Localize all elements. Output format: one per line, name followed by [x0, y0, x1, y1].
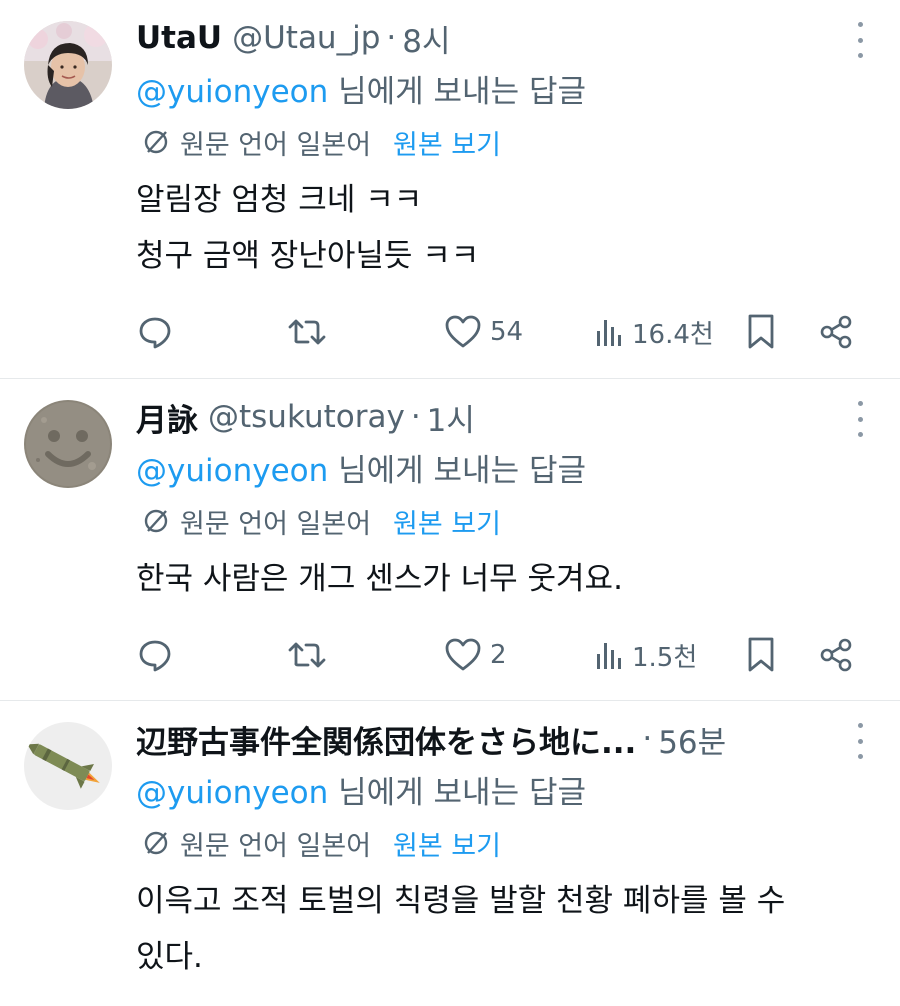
- translate-icon: [144, 831, 168, 855]
- more-icon[interactable]: [854, 723, 866, 759]
- translate-icon: [144, 509, 168, 533]
- retweet-button[interactable]: [286, 636, 328, 674]
- separator-dot: ·: [386, 20, 397, 56]
- like-count: 2: [490, 640, 507, 670]
- show-original-link[interactable]: 원본 보기: [393, 502, 501, 541]
- tweet-text: 이윽고 조적 토벌의 칙령을 발할 천황 폐하를 볼 수 있다.: [136, 873, 878, 985]
- translate-icon: [144, 130, 168, 154]
- translation-language: 원문 언어 일본어: [180, 830, 372, 862]
- tweet-text: 한국 사람은 개그 센스가 너무 웃겨요.: [136, 551, 878, 607]
- translation-language: 원문 언어 일본어: [180, 508, 372, 540]
- tweet-text-line: 한국 사람은 개그 센스가 너무 웃겨요.: [136, 561, 623, 597]
- reply-icon: [139, 317, 171, 349]
- translation-bar: 원문 언어 일본어 원본 보기: [136, 502, 878, 541]
- views-button[interactable]: 16.4천: [594, 314, 714, 351]
- display-name[interactable]: 月詠: [136, 395, 198, 440]
- separator-dot: ·: [642, 721, 653, 757]
- display-name[interactable]: UtaU: [136, 20, 222, 56]
- translation-bar: 원문 언어 일본어 원본 보기: [136, 123, 878, 162]
- retweet-button[interactable]: [286, 313, 328, 351]
- share-icon: [820, 315, 852, 349]
- more-icon[interactable]: [854, 22, 866, 58]
- reply-label: 님에게 보내는 답글: [338, 775, 586, 811]
- bookmark-icon: [748, 314, 774, 349]
- action-bar: 2 1.5천: [136, 633, 860, 677]
- reply-button[interactable]: [136, 636, 174, 674]
- tweet-text: 알림장 엄청 크네 ㅋㅋ 청구 금액 장난아닐듯 ㅋㅋ: [136, 172, 878, 284]
- bookmark-icon: [748, 637, 774, 672]
- more-icon[interactable]: [854, 401, 866, 437]
- reply-icon: [139, 640, 171, 672]
- mention-link[interactable]: @yuionyeon: [136, 453, 328, 489]
- retweet-icon: [288, 319, 326, 345]
- tweet[interactable]: 月詠 @tsukutoray · 1시 @yuionyeon 님에게 보내는 답…: [0, 379, 900, 701]
- tweet-text-line: 이윽고 조적 토벌의 칙령을 발할 천황 폐하를 볼 수: [136, 883, 786, 919]
- tweet-text-line: 있다.: [136, 939, 203, 975]
- translation-language: 원문 언어 일본어: [180, 129, 372, 161]
- like-icon: [445, 315, 481, 348]
- timestamp[interactable]: 1시: [427, 395, 475, 440]
- mention-link[interactable]: @yuionyeon: [136, 74, 328, 110]
- bookmark-button[interactable]: [746, 636, 776, 674]
- bookmark-button[interactable]: [746, 313, 776, 351]
- tweet[interactable]: 辺野古事件全関係団体をさら地に... · 56분 @yuionyeon 님에게 …: [0, 701, 900, 1006]
- like-count: 54: [490, 317, 524, 347]
- reply-context: @yuionyeon 님에게 보내는 답글: [136, 66, 878, 110]
- mention-link[interactable]: @yuionyeon: [136, 775, 328, 811]
- user-handle[interactable]: @Utau_jp: [232, 20, 380, 56]
- like-icon: [445, 638, 481, 671]
- avatar[interactable]: [24, 400, 112, 488]
- reply-label: 님에게 보내는 답글: [338, 74, 586, 110]
- share-button[interactable]: [818, 637, 854, 673]
- view-count: 1.5천: [632, 642, 698, 673]
- like-button[interactable]: 2: [444, 637, 507, 673]
- timestamp[interactable]: 56분: [658, 717, 726, 762]
- timestamp[interactable]: 8시: [402, 16, 450, 61]
- action-bar: 54 16.4천: [136, 310, 860, 354]
- like-button[interactable]: 54: [444, 314, 523, 350]
- share-icon: [820, 638, 852, 672]
- views-icon: [597, 643, 621, 669]
- share-button[interactable]: [818, 314, 854, 350]
- translation-bar: 원문 언어 일본어 원본 보기: [136, 824, 878, 863]
- retweet-icon: [288, 642, 326, 668]
- user-handle[interactable]: @tsukutoray: [208, 399, 405, 435]
- tweet-text-line: 알림장 엄청 크네 ㅋㅋ: [136, 182, 423, 218]
- reply-label: 님에게 보내는 답글: [338, 453, 586, 489]
- show-original-link[interactable]: 원본 보기: [393, 824, 501, 863]
- tweet-text-line: 청구 금액 장난아닐듯 ㅋㅋ: [136, 238, 480, 274]
- view-count: 16.4천: [632, 319, 714, 350]
- separator-dot: ·: [410, 399, 421, 435]
- reply-button[interactable]: [136, 313, 174, 351]
- views-icon: [597, 320, 621, 346]
- tweet[interactable]: UtaU @Utau_jp · 8시 @yuionyeon 님에게 보내는 답글…: [0, 0, 900, 379]
- avatar[interactable]: [24, 722, 112, 810]
- views-button[interactable]: 1.5천: [594, 637, 697, 674]
- reply-context: @yuionyeon 님에게 보내는 답글: [136, 767, 878, 811]
- avatar[interactable]: [24, 21, 112, 109]
- reply-feed: UtaU @Utau_jp · 8시 @yuionyeon 님에게 보내는 답글…: [0, 0, 900, 1006]
- display-name[interactable]: 辺野古事件全関係団体をさら地に...: [136, 717, 636, 762]
- reply-context: @yuionyeon 님에게 보내는 답글: [136, 445, 878, 489]
- show-original-link[interactable]: 원본 보기: [393, 123, 501, 162]
